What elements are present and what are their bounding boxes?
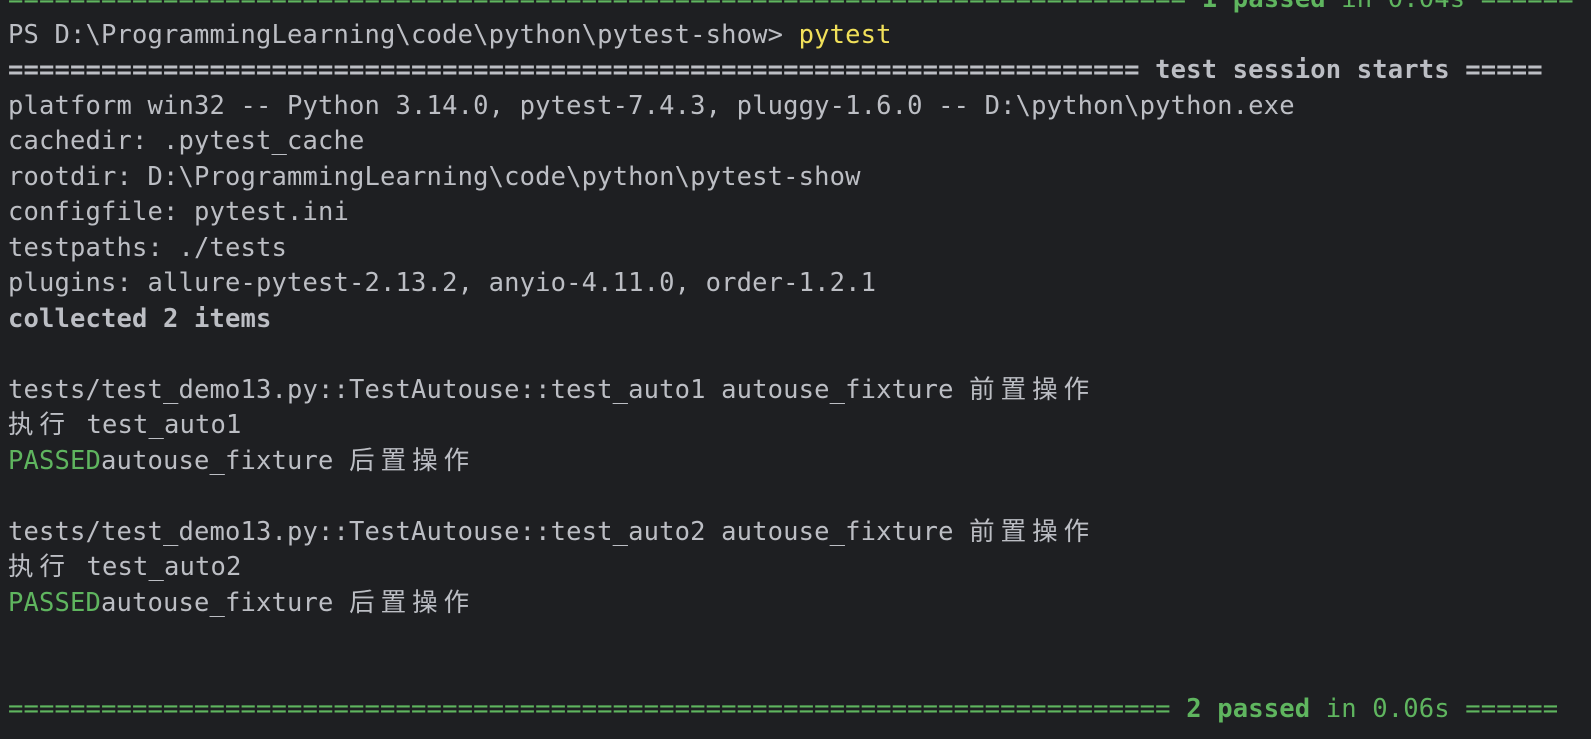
cachedir-line: cachedir: .pytest_cache bbox=[8, 126, 365, 156]
final-summary-line: ========================================… bbox=[8, 691, 1558, 727]
prompt-command: pytest bbox=[798, 20, 892, 50]
summary-passed: 1 passed bbox=[1186, 0, 1326, 14]
teardown-message: 后置操作 bbox=[349, 588, 476, 618]
exec-prefix: 执行 bbox=[8, 552, 72, 582]
teardown-message: 后置操作 bbox=[349, 446, 476, 476]
setup-message: 前置操作 bbox=[969, 375, 1096, 405]
plugins-line: plugins: allure-pytest-2.13.2, anyio-4.1… bbox=[8, 268, 877, 298]
exec-name: test_auto2 bbox=[71, 552, 242, 582]
exec-name: test_auto1 bbox=[71, 410, 242, 440]
summary-bar-left: ========================================… bbox=[8, 694, 1187, 724]
teardown-prefix: autouse_fixture bbox=[101, 588, 350, 618]
summary-bar-right: ====== bbox=[1481, 0, 1574, 14]
platform-line: platform win32 -- Python 3.14.0, pytest-… bbox=[8, 91, 1295, 121]
test-exec-line: 执行 test_auto2 bbox=[8, 549, 242, 585]
terminal-window[interactable]: ========================================… bbox=[0, 0, 1591, 739]
collected-line: collected 2 items bbox=[8, 304, 272, 334]
test-nodeid-line: tests/test_demo13.py::TestAutouse::test_… bbox=[8, 372, 1095, 408]
prompt-line: PS D:\ProgrammingLearning\code\python\py… bbox=[8, 17, 892, 53]
session-title: test session starts bbox=[1155, 55, 1450, 85]
test-nodeid-line: tests/test_demo13.py::TestAutouse::test_… bbox=[8, 514, 1095, 550]
status-passed: PASSED bbox=[8, 588, 102, 618]
test-nodeid: tests/test_demo13.py::TestAutouse::test_… bbox=[8, 375, 970, 405]
test-exec-line: 执行 test_auto1 bbox=[8, 407, 242, 443]
summary-bar-left: ========================================… bbox=[8, 0, 1186, 14]
rootdir-line: rootdir: D:\ProgrammingLearning\code\pyt… bbox=[8, 162, 861, 192]
summary-bar-right: ====== bbox=[1465, 694, 1559, 724]
teardown-prefix: autouse_fixture bbox=[101, 446, 350, 476]
test-result-line: PASSEDautouse_fixture 后置操作 bbox=[8, 443, 475, 479]
test-result-line: PASSEDautouse_fixture 后置操作 bbox=[8, 585, 475, 621]
session-bar-right: ===== bbox=[1449, 55, 1543, 85]
summary-duration: in 0.06s bbox=[1310, 694, 1466, 724]
previous-summary-line: ========================================… bbox=[8, 0, 1574, 17]
exec-prefix: 执行 bbox=[8, 410, 72, 440]
configfile-line: configfile: pytest.ini bbox=[8, 197, 350, 227]
status-passed: PASSED bbox=[8, 446, 102, 476]
summary-passed: 2 passed bbox=[1186, 694, 1311, 724]
session-bar-left: ========================================… bbox=[8, 55, 1156, 85]
summary-duration: in 0.04s bbox=[1326, 0, 1481, 14]
setup-message: 前置操作 bbox=[969, 517, 1096, 547]
session-header-line: ========================================… bbox=[8, 52, 1543, 88]
prompt-path: PS D:\ProgrammingLearning\code\python\py… bbox=[8, 20, 799, 50]
testpaths-line: testpaths: ./tests bbox=[8, 233, 288, 263]
test-nodeid: tests/test_demo13.py::TestAutouse::test_… bbox=[8, 517, 970, 547]
